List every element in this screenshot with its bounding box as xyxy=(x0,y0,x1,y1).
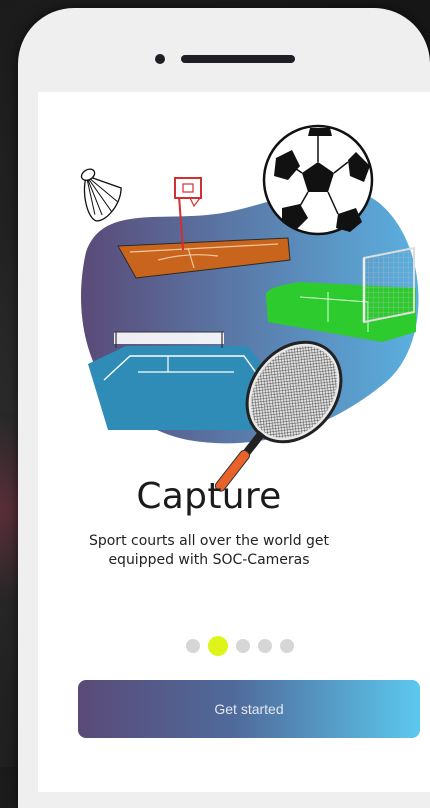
soccer-goal-icon xyxy=(362,246,415,324)
speaker-grill xyxy=(181,55,295,63)
sports-illustration xyxy=(80,124,419,492)
pagination-dot-3[interactable] xyxy=(236,639,250,653)
shuttlecock-icon xyxy=(80,168,122,222)
pagination-dot-2-active[interactable] xyxy=(208,636,228,656)
phone-frame: Capture Sport courts all over the world … xyxy=(18,8,430,808)
onboarding-subtitle: Sport courts all over the world get equi… xyxy=(88,533,330,568)
onboarding-screen: Capture Sport courts all over the world … xyxy=(38,92,430,792)
pagination-dot-4[interactable] xyxy=(258,639,272,653)
pagination-dot-5[interactable] xyxy=(280,639,294,653)
pagination-dot-1[interactable] xyxy=(186,639,200,653)
front-camera xyxy=(155,54,165,64)
onboarding-title: Capture xyxy=(136,476,282,517)
pagination-dots xyxy=(186,636,294,656)
soccer-ball-icon xyxy=(262,124,374,236)
get-started-button[interactable]: Get started xyxy=(78,680,420,738)
